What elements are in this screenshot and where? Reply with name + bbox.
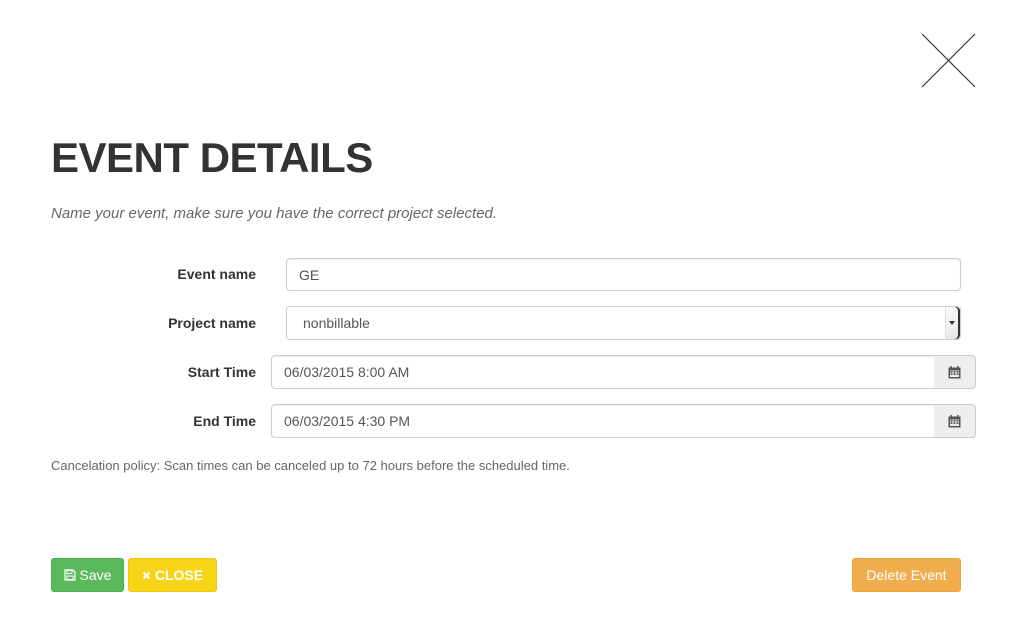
start-time-label: Start Time bbox=[187, 364, 256, 380]
calendar-icon bbox=[948, 365, 961, 378]
close-x-icon bbox=[921, 33, 976, 88]
start-time-input-group bbox=[271, 355, 976, 389]
end-time-input-group bbox=[271, 404, 976, 438]
event-name-input[interactable] bbox=[286, 258, 961, 291]
project-name-selected-value: nonbillable bbox=[303, 315, 370, 331]
start-time-calendar-button[interactable] bbox=[934, 355, 976, 389]
start-time-input[interactable] bbox=[271, 355, 935, 389]
close-button[interactable]: CLOSE bbox=[128, 558, 217, 592]
event-name-label: Event name bbox=[177, 266, 256, 282]
chevron-down-icon[interactable] bbox=[945, 307, 960, 339]
end-time-input[interactable] bbox=[271, 404, 935, 438]
delete-event-button-label: Delete Event bbox=[866, 567, 947, 583]
save-button-label: Save bbox=[79, 567, 112, 583]
project-name-label: Project name bbox=[168, 315, 256, 331]
page-title: EVENT DETAILS bbox=[51, 134, 373, 181]
calendar-icon bbox=[948, 414, 961, 427]
event-details-modal: EVENT DETAILS Name your event, make sure… bbox=[0, 0, 1010, 625]
cancelation-policy-text: Cancelation policy: Scan times can be ca… bbox=[51, 458, 570, 473]
end-time-calendar-button[interactable] bbox=[934, 404, 976, 438]
x-icon bbox=[142, 571, 151, 579]
close-modal-button[interactable] bbox=[921, 33, 976, 88]
project-name-select[interactable]: nonbillable bbox=[286, 306, 961, 340]
save-button[interactable]: Save bbox=[51, 558, 124, 592]
close-button-label: CLOSE bbox=[154, 567, 204, 583]
floppy-disk-icon bbox=[63, 569, 76, 581]
end-time-label: End Time bbox=[193, 413, 256, 429]
page-subtitle: Name your event, make sure you have the … bbox=[51, 205, 498, 222]
delete-event-button[interactable]: Delete Event bbox=[852, 558, 961, 592]
